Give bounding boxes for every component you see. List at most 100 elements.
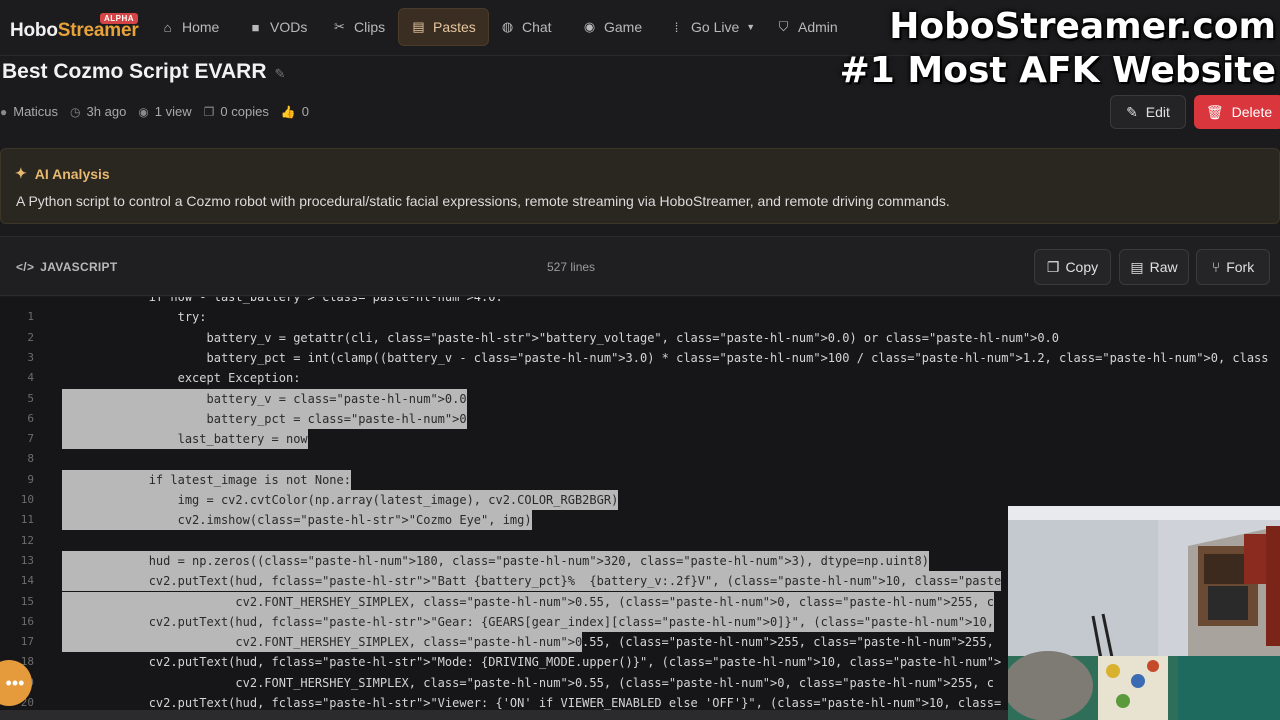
line-number: 16 [20, 614, 34, 628]
thumbs-up-icon: 👍 [280, 104, 296, 119]
eye-icon: ◉ [138, 104, 149, 119]
chat-icon: ◍ [501, 19, 514, 34]
nav-clips-label: Clips [354, 19, 386, 35]
nav-home-label: Home [182, 19, 220, 35]
code-text: try: [62, 310, 207, 325]
code-header: </> JAVASCRIPT 527 lines ❐ Copy ▤ Raw ⑂ Fork [0, 236, 1280, 296]
code-line: if now - last_battery > class="paste-hl-… [0, 297, 1280, 307]
logo-prefix: Hobo [10, 20, 58, 41]
trash-icon: 🗑 [1205, 103, 1224, 120]
code-text: battery_pct = class="paste-hl-num">0 [62, 408, 467, 429]
raw-button[interactable]: ▤ Raw [1119, 249, 1189, 285]
delete-label: Delete [1231, 104, 1273, 120]
scissors-icon: ✂ [334, 19, 345, 34]
overlay-site-name: HoboStreamer.com [889, 6, 1276, 47]
line-number: 9 [27, 472, 34, 486]
line-count: 527 lines [547, 260, 596, 274]
line-number: 8 [27, 452, 34, 466]
code-text: cv2.FONT_HERSHEY_SIMPLEX, class="paste-h… [62, 591, 994, 612]
copy-count: ❐ 0 copies [204, 104, 269, 119]
code-text: except Exception: [62, 371, 301, 386]
fork-icon: ⑂ [1211, 259, 1221, 275]
edit-button[interactable]: ✎ Edit [1110, 95, 1186, 129]
code-line: 1 try: [0, 307, 1280, 327]
video-icon: ■ [251, 19, 260, 35]
code-line: 5 battery_v = class="paste-hl-num">0.0 [0, 388, 1280, 409]
pencil-icon: ✎ [1126, 103, 1138, 120]
nav-vods-label: VODs [270, 19, 308, 35]
views-text: 1 view [154, 104, 192, 119]
copy-button[interactable]: ❐ Copy [1034, 249, 1111, 285]
code-text: battery_v = getattr(cli, class="paste-hl… [62, 330, 1059, 345]
line-number: 7 [27, 432, 34, 446]
line-number: 2 [27, 330, 34, 344]
sparkle-icon: ✦ [15, 165, 27, 181]
code-text: battery_v = class="paste-hl-num">0.0 [62, 388, 467, 409]
code-line: 6 battery_pct = class="paste-hl-num">0 [0, 408, 1280, 429]
nav-go-live[interactable]: ⁞ Go Live ▼ [657, 8, 767, 46]
code-line: 7 last_battery = now [0, 429, 1280, 450]
chat-icon: ••• [5, 672, 25, 693]
pencil-icon[interactable]: ✎ [274, 66, 285, 81]
code-text: cv2.putText(hud, fclass="paste-hl-str">"… [62, 655, 1002, 670]
code-text: cv2.FONT_HERSHEY_SIMPLEX, class="paste-h… [62, 675, 994, 690]
chevron-down-icon: ▼ [746, 22, 756, 32]
raw-label: Raw [1149, 259, 1178, 275]
nav-clips[interactable]: ✂ Clips [320, 8, 397, 46]
paste-meta: ● Maticus ◷ 3h ago ◉ 1 view ❐ 0 copies 👍 0 [0, 104, 309, 119]
line-number: 14 [20, 574, 34, 588]
view-count: ◉ 1 view [138, 104, 191, 119]
clock-icon: ◷ [70, 104, 81, 119]
likes-count: 0 [301, 104, 310, 119]
code-text: cv2.FONT_HERSHEY_SIMPLEX, class="paste-h… [62, 632, 583, 653]
code-text: cv2.imshow(class="paste-hl-str">"Cozmo E… [62, 510, 532, 531]
line-number: 12 [20, 533, 34, 547]
nav-vods[interactable]: ■ VODs [236, 8, 319, 46]
fork-button[interactable]: ⑂ Fork [1196, 249, 1270, 285]
code-text: if latest_image is not None: [62, 469, 351, 490]
code-text: img = cv2.cvtColor(np.array(latest_image… [62, 490, 619, 510]
home-icon: ⌂ [163, 19, 172, 35]
nav-chat[interactable]: ◍ Chat [488, 8, 564, 46]
page-title: Best Cozmo Script EVARR ✎ [2, 60, 285, 84]
ai-title-text: AI Analysis [34, 165, 110, 182]
nav-chat-label: Chat [522, 19, 552, 35]
line-number: 4 [27, 371, 34, 385]
nav-home[interactable]: ⌂ Home [148, 8, 231, 46]
line-number: 3 [27, 350, 34, 364]
edit-label: Edit [1145, 104, 1170, 120]
copies-text: 0 copies [220, 104, 269, 119]
fork-label: Fork [1226, 259, 1255, 275]
ai-analysis-title: ✦ AI Analysis [15, 165, 110, 182]
code-line: 2 battery_v = getattr(cli, class="paste-… [0, 328, 1280, 348]
code-line: 8 [0, 449, 1280, 469]
nav-pastes[interactable]: ▤ Pastes [398, 8, 489, 46]
code-line: 4 except Exception: [0, 368, 1280, 388]
copy-icon: ❐ [1046, 258, 1060, 275]
language-label: </> JAVASCRIPT [16, 260, 117, 274]
nav-admin-label: Admin [798, 19, 838, 35]
created-time: ◷ 3h ago [70, 104, 126, 119]
webcam-overlay [1008, 506, 1280, 720]
nav-admin[interactable]: ⛉ Admin [764, 8, 850, 46]
like-button[interactable]: 👍 0 [281, 104, 309, 119]
author[interactable]: ● Maticus [0, 104, 58, 119]
paste-icon: ▤ [412, 19, 425, 34]
code-text: if now - last_battery > class="paste-hl-… [62, 297, 503, 304]
delete-button[interactable]: 🗑 Delete [1194, 95, 1280, 129]
overlay-tagline: #1 Most AFK Website [839, 50, 1276, 91]
language-text: JAVASCRIPT [40, 260, 118, 274]
code-text: cv2.putText(hud, fclass="paste-hl-str">"… [62, 696, 1002, 710]
nav-go-live-label: Go Live [691, 19, 740, 35]
alpha-badge: ALPHA [100, 13, 139, 24]
code-text: cv2.putText(hud, fclass="paste-hl-str">"… [62, 611, 994, 632]
code-line: 3 battery_pct = int(clamp((battery_v - c… [0, 348, 1280, 368]
ai-analysis-panel: ✦ AI Analysis A Python script to control … [0, 148, 1280, 224]
copy-icon: ❐ [203, 104, 215, 119]
code-text: last_battery = now [62, 429, 308, 450]
gamepad-icon: ◉ [583, 19, 596, 34]
copy-label: Copy [1065, 259, 1099, 275]
code-icon: </> [16, 260, 35, 274]
nav-game[interactable]: ◉ Game [570, 8, 654, 46]
broadcast-icon: ⁞ [674, 19, 679, 35]
